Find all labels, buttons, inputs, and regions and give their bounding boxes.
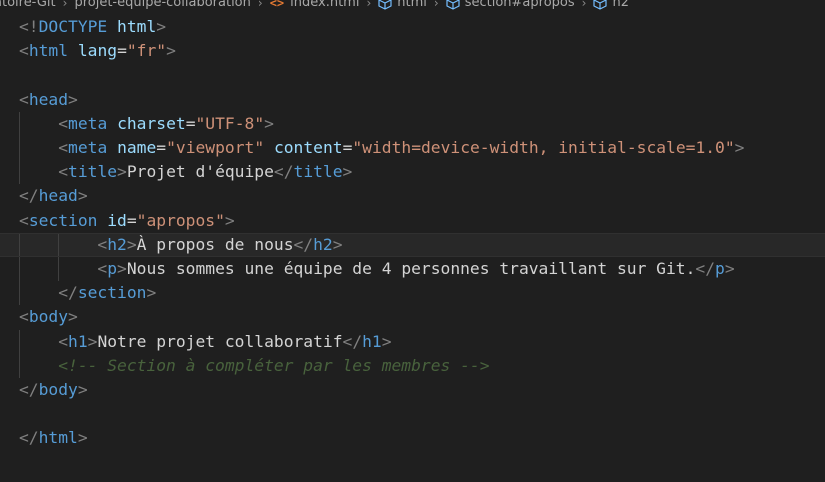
- code-line[interactable]: </html>: [0, 426, 825, 450]
- code-line-text: <head>: [19, 89, 78, 109]
- breadcrumb-item[interactable]: html: [378, 0, 427, 10]
- cube-icon: [446, 0, 460, 10]
- breadcrumb-label: html: [397, 0, 427, 10]
- breadcrumb-separator: ›: [62, 0, 68, 10]
- code-line[interactable]: <head>: [0, 88, 825, 112]
- code-line[interactable]: </body>: [0, 378, 825, 402]
- code-line-text: <!DOCTYPE html>: [19, 17, 167, 36]
- cube-icon: [378, 0, 392, 10]
- code-line[interactable]: [0, 402, 825, 426]
- code-line-text: <meta name="viewport" content="width=dev…: [58, 138, 745, 157]
- breadcrumb-separator: ›: [366, 0, 372, 10]
- code-line-text: <h2>À propos de nous</h2>: [97, 234, 343, 254]
- breadcrumb-separator: ›: [433, 0, 439, 10]
- breadcrumb-separator: ›: [257, 0, 263, 10]
- code-editor[interactable]: <!DOCTYPE html> <html lang="fr"> <head> <m…: [0, 14, 825, 482]
- breadcrumb-item[interactable]: h2: [593, 0, 629, 10]
- code-line[interactable]: <!-- Section à compléter par les membres…: [0, 353, 825, 378]
- code-line[interactable]: <title>Projet d'équipe</title>: [0, 160, 825, 185]
- code-line[interactable]: <meta name="viewport" content="width=dev…: [0, 136, 825, 161]
- breadcrumb: atoire-Git › projet-equipe-collaboration › <…: [0, 0, 825, 14]
- code-line-text: <h1>Notre projet collaboratif</h1>: [58, 331, 392, 351]
- code-line-text: <section id="apropos">: [19, 210, 235, 230]
- code-line-text: </html>: [19, 428, 88, 448]
- breadcrumb-label: h2: [612, 0, 629, 10]
- cube-icon: [593, 0, 608, 10]
- code-line[interactable]: [0, 63, 825, 87]
- breadcrumb-separator: ›: [581, 0, 587, 10]
- code-line[interactable]: <html lang="fr">: [0, 39, 825, 63]
- code-line[interactable]: <!DOCTYPE html>: [0, 15, 825, 39]
- html-file-icon: <>: [269, 0, 285, 10]
- code-line[interactable]: </section>: [0, 281, 825, 306]
- breadcrumb-label: index.html: [290, 0, 360, 10]
- code-line[interactable]: <p>Nous sommes une équipe de 4 personnes…: [0, 257, 825, 282]
- breadcrumb-item[interactable]: atoire-Git: [0, 0, 56, 9]
- code-line[interactable]: <section id="apropos">: [0, 209, 825, 233]
- code-line-text: <body>: [19, 307, 78, 327]
- code-line-text: </body>: [19, 380, 88, 399]
- code-line-text: <p>Nous sommes une équipe de 4 personnes…: [97, 259, 735, 278]
- breadcrumb-item[interactable]: <> index.html: [270, 0, 360, 9]
- breadcrumb-item[interactable]: section#apropos: [446, 0, 575, 10]
- code-line-text: <meta charset="UTF-8">: [58, 113, 274, 133]
- code-line-text: </section>: [58, 283, 157, 303]
- code-line[interactable]: <h1>Notre projet collaboratif</h1>: [0, 329, 825, 354]
- code-line[interactable]: <body>: [0, 305, 825, 329]
- code-line[interactable]: <meta charset="UTF-8">: [0, 111, 825, 136]
- code-line-text: </head>: [19, 186, 88, 206]
- code-line[interactable]: </head>: [0, 184, 825, 208]
- breadcrumb-item[interactable]: projet-equipe-collaboration: [74, 0, 250, 9]
- code-line-text: <!-- Section à compléter par les membres…: [58, 355, 490, 375]
- code-line-text: <title>Projet d'équipe</title>: [58, 162, 353, 182]
- code-line[interactable]: <h2>À propos de nous</h2>: [0, 232, 825, 257]
- breadcrumb-label: atoire-Git: [0, 0, 56, 10]
- breadcrumb-label: projet-equipe-collaboration: [74, 0, 251, 10]
- breadcrumb-label: section#apropos: [464, 0, 575, 10]
- code-line-text: <html lang="fr">: [19, 41, 176, 61]
